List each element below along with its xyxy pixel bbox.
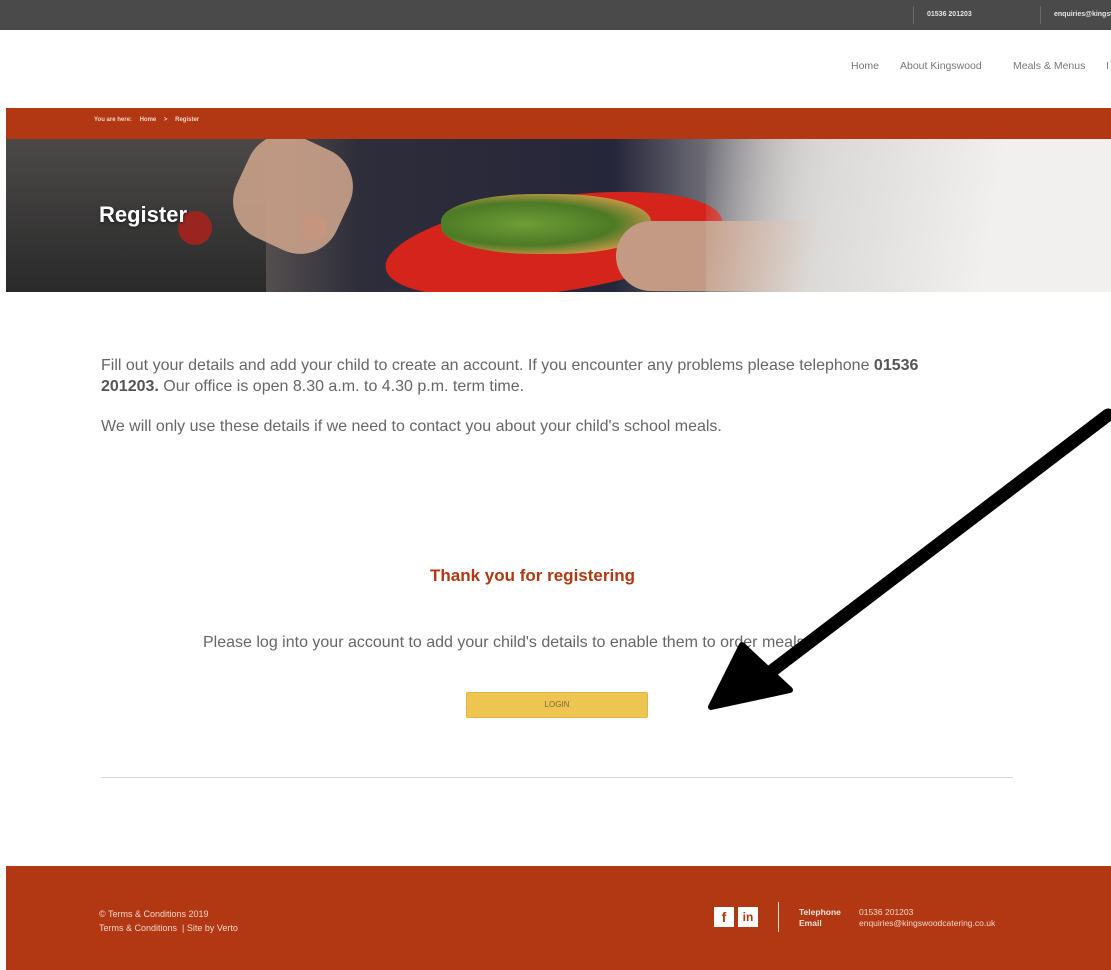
footer-contact: Telephone 01536 201203 Email enquiries@kin… (799, 907, 995, 929)
nav-item-meals-menus[interactable]: Meals & Menus (1013, 60, 1085, 72)
top-bar: 01536 201203 enquiries@kingswood (0, 0, 1111, 30)
topbar-email-link[interactable]: enquiries@kingswood (1054, 0, 1111, 30)
breadcrumb-separator: > (163, 117, 168, 123)
footer-divider (778, 902, 779, 932)
breadcrumb-current: Register (175, 117, 200, 123)
social-links: f in (714, 907, 758, 927)
confirmation-message: Please log into your account to add your… (203, 634, 810, 651)
topbar-phone-link[interactable]: 01536 201203 (927, 0, 972, 30)
topbar-divider (1040, 6, 1041, 24)
footer: © Terms & Conditions 2019 Terms & Condit… (6, 866, 1111, 970)
email-label: Email (799, 918, 822, 928)
facebook-icon[interactable]: f (714, 907, 734, 927)
hero-decoration (706, 139, 1111, 292)
footer-site-by-link[interactable]: Site by Verto (187, 923, 238, 933)
page-title: Register (99, 202, 188, 227)
telephone-label: Telephone (799, 907, 841, 917)
main-nav: Home About Kingswood Meals & Menus I (0, 60, 1111, 76)
footer-links: Terms & Conditions | Site by Verto (99, 923, 238, 933)
telephone-value[interactable]: 01536 201203 (859, 907, 913, 917)
footer-terms-link[interactable]: Terms & Conditions (99, 923, 177, 933)
intro-text-part: Our office is open 8.30 a.m. to 4.30 p.m… (158, 378, 525, 395)
hero-banner: Register (6, 139, 1111, 292)
nav-item-home[interactable]: Home (851, 60, 879, 72)
email-value[interactable]: enquiries@kingswoodcatering.co.uk (859, 918, 995, 928)
breadcrumb-prefix: You are here: (94, 117, 132, 123)
nav-item-about[interactable]: About Kingswood (900, 60, 982, 72)
login-button[interactable]: LOGIN (466, 692, 648, 718)
content-divider (101, 777, 1013, 778)
topbar-divider (913, 6, 914, 24)
breadcrumb-home-link[interactable]: Home (140, 117, 157, 123)
linkedin-icon[interactable]: in (738, 907, 758, 927)
privacy-note: We will only use these details if we nee… (101, 418, 722, 435)
confirmation-title-text: Thank you for registering (430, 566, 635, 585)
intro-text: Fill out your details and add your child… (101, 355, 931, 397)
intro-text-part: Fill out your details and add your child… (101, 357, 874, 374)
breadcrumb-bar (6, 108, 1111, 139)
footer-copyright: © Terms & Conditions 2019 (99, 909, 209, 919)
arrow-shaft (753, 408, 1111, 687)
breadcrumb: You are here: Home > Register (94, 117, 205, 123)
arrow-head (708, 642, 793, 710)
nav-item-more[interactable]: I (1106, 60, 1109, 72)
footer-link-separator: | (182, 923, 185, 933)
